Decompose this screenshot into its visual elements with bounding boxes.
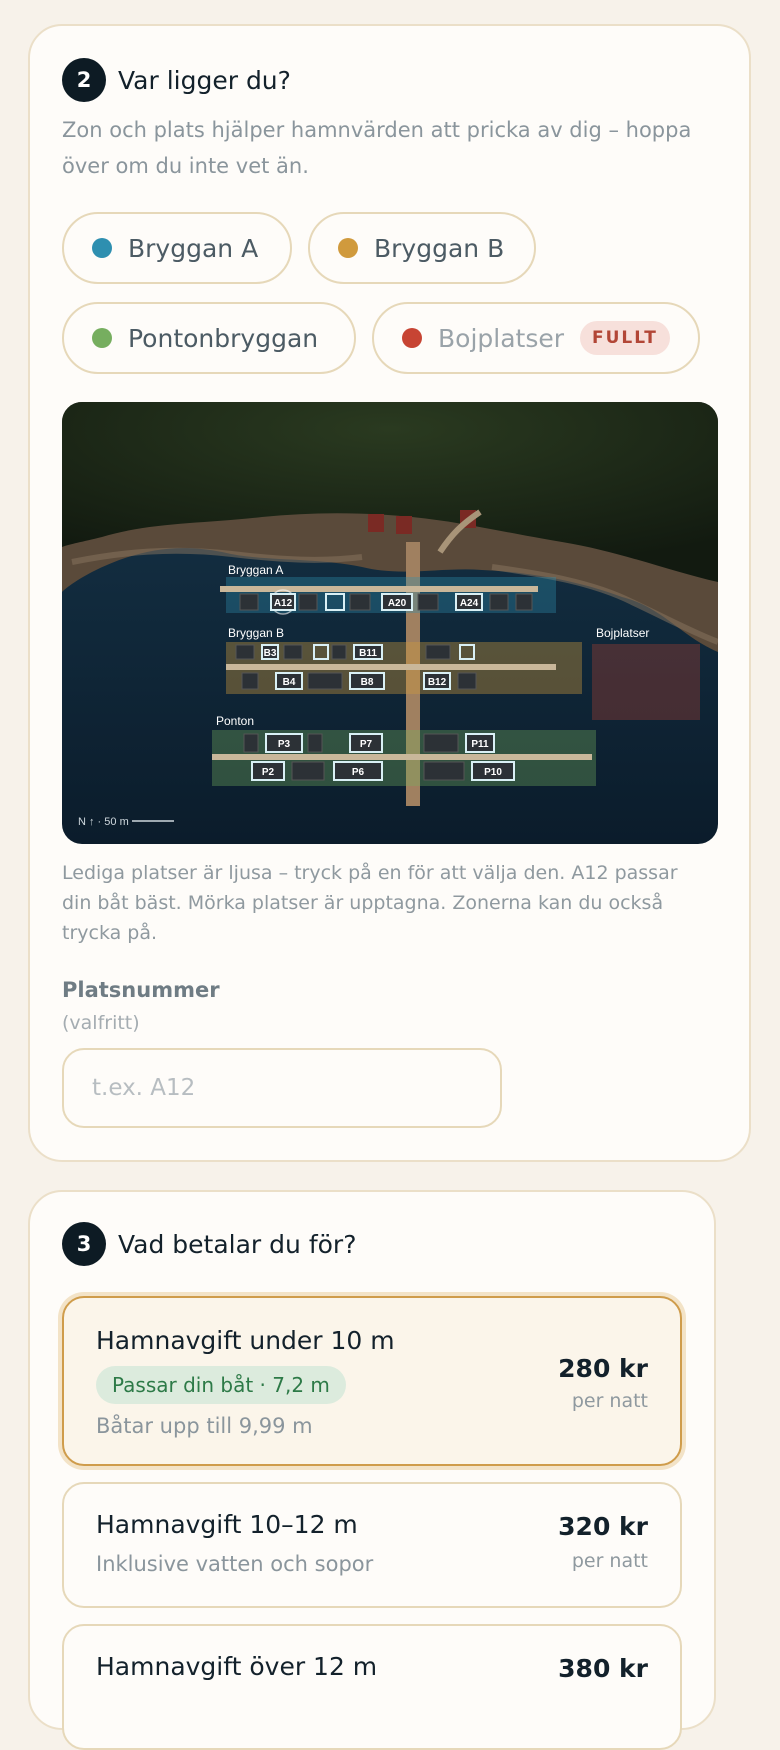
platsnummer-input[interactable] [62,1048,502,1128]
berth-label-p7: P7 [360,739,373,750]
platsnummer-hint: (valfritt) [62,1012,140,1034]
zone-chip-label: Bryggan A [128,233,259,263]
fee-option-unit: per natt [571,1550,648,1572]
berth-label-a12: A12 [274,598,293,609]
zone-chip-label: Pontonbryggan [128,323,319,353]
fee-option-title: Hamnavgift 10–12 m [96,1510,358,1539]
zone-chip-bojplatser[interactable]: Bojplatser FULLT [372,302,700,374]
step-3-header: 3 Vad betalar du för? [62,1222,356,1266]
berth-label-p6: P6 [352,767,365,778]
step-title: Var ligger du? [118,65,291,95]
berth-label-b11: B11 [359,648,377,659]
zone-chip-label: Bryggan B [374,233,505,263]
zone-chip-label: Bojplatser [438,323,565,353]
step-3-card: 3 Vad betalar du för? Hamnavgift under 1… [28,1190,716,1750]
berth-label-p11: P11 [471,739,489,750]
map-zone-label-boj: Bojplatser [596,626,649,640]
map-scale-label: N ↑ · 50 m [78,816,129,828]
fit-badge: Passar din båt · 7,2 m [96,1366,346,1404]
step-2-header: 2 Var ligger du? [62,58,291,102]
fee-option-price: 380 kr [558,1654,648,1683]
berth-label-b8: B8 [361,677,374,688]
fee-option-over-12m[interactable]: Hamnavgift över 12 m 380 kr [62,1624,682,1750]
step-title: Vad betalar du för? [118,1229,357,1259]
fee-option-price: 320 kr [558,1512,648,1541]
fee-option-10-12m[interactable]: Hamnavgift 10–12 m Inklusive vatten och … [62,1482,682,1608]
full-badge: FULLT [580,321,670,355]
fee-option-subtitle: Båtar upp till 9,99 m [96,1414,313,1438]
zone-color-dot-icon [92,238,112,258]
berth-label-p10: P10 [484,767,502,778]
zone-area-bojplatser [592,644,700,720]
step-intro: Zon och plats hjälper hamnvärden att pri… [62,118,692,178]
fee-option-title: Hamnavgift över 12 m [96,1652,378,1681]
zone-color-dot-icon [402,328,422,348]
zone-chip-bryggan-b[interactable]: Bryggan B [308,212,536,284]
step-number-badge: 2 [62,58,106,102]
berth-label-p3: P3 [278,739,291,750]
berth-label-p2: P2 [262,767,275,778]
fee-option-title: Hamnavgift under 10 m [96,1326,395,1355]
berth-label-b3: B3 [264,648,277,659]
berth-label-b4: B4 [283,677,296,688]
fee-option-under-10m[interactable]: Hamnavgift under 10 m Passar din båt · 7… [62,1296,682,1466]
map-zone-label-ponton: Ponton [216,714,254,728]
fee-option-price: 280 kr [558,1354,648,1383]
harbor-map: Bryggan A Bryggan B Ponton Bojplatser A1… [62,402,718,844]
map-zone-label-a: Bryggan A [228,563,283,577]
zone-color-dot-icon [92,328,112,348]
step-2-card: 2 Var ligger du? Zon och plats hjälper h… [28,24,751,1162]
berth-label-a20: A20 [388,598,407,609]
map-caption: Lediga platser är ljusa – tryck på en fö… [62,862,678,944]
zone-chip-pontonbryggan[interactable]: Pontonbryggan [62,302,356,374]
fee-option-unit: per natt [571,1390,648,1412]
fee-option-subtitle: Inklusive vatten och sopor [96,1552,374,1576]
zone-color-dot-icon [338,238,358,258]
platsnummer-label: Platsnummer [62,978,220,1002]
zone-chip-bryggan-a[interactable]: Bryggan A [62,212,292,284]
berth-label-a24: A24 [460,598,479,609]
berth-label-b12: B12 [428,677,447,688]
step-number-badge: 3 [62,1222,106,1266]
map-zone-label-b: Bryggan B [228,626,284,640]
